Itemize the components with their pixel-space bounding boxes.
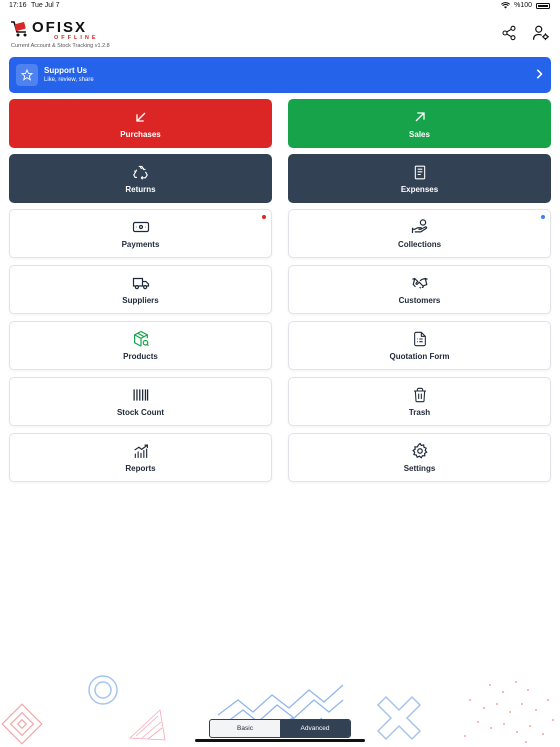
tile-label: Settings (403, 464, 436, 473)
basic-mode-button[interactable]: Basic (210, 720, 280, 737)
tile-label: Sales (409, 130, 430, 139)
tile-label: Stock Count (116, 408, 165, 417)
tile-label: Returns (125, 185, 156, 194)
battery-icon (536, 2, 550, 9)
support-subtitle: Like, review, share (44, 77, 94, 83)
support-title: Support Us (44, 66, 88, 75)
purchases-tile[interactable]: Purchases (9, 99, 272, 148)
x-decoration (376, 695, 422, 741)
advanced-mode-button[interactable]: Advanced (280, 720, 350, 737)
tile-label: Reports (125, 464, 156, 473)
tile-label: Customers (398, 296, 441, 305)
star-icon (21, 69, 33, 81)
arrow-up-right-icon (411, 108, 429, 126)
tile-label: Purchases (120, 130, 161, 139)
trash-icon (411, 386, 429, 404)
support-us-banner[interactable]: Support Us Like, review, share (9, 57, 551, 93)
app-version: Current Account & Stock Tracking v1.2.8 (11, 43, 110, 49)
returns-tile[interactable]: Returns (9, 154, 272, 203)
reports-tile[interactable]: Reports (9, 433, 272, 482)
diamond-decoration (1, 703, 43, 745)
package-search-icon (132, 330, 150, 348)
collections-tile[interactable]: Collections (288, 209, 551, 258)
tile-label: Trash (408, 408, 431, 417)
document-list-icon (411, 330, 429, 348)
app-tagline: OFFLINE (54, 35, 99, 41)
tile-label: Payments (121, 240, 160, 249)
chevron-right-icon (536, 69, 543, 79)
user-settings-button[interactable] (532, 24, 550, 42)
share-icon (502, 25, 516, 41)
products-tile[interactable]: Products (9, 321, 272, 370)
status-date: Tue Jul 7 (31, 2, 60, 9)
truck-icon (132, 274, 150, 292)
notification-dot (262, 215, 266, 219)
hand-coins-icon (411, 218, 429, 236)
expenses-tile[interactable]: Expenses (288, 154, 551, 203)
chart-icon (132, 442, 150, 460)
mode-switch: Basic Advanced (209, 719, 351, 738)
quotation-form-tile[interactable]: Quotation Form (288, 321, 551, 370)
home-indicator (195, 739, 365, 742)
tile-label: Suppliers (122, 296, 159, 305)
arrow-down-left-icon (132, 108, 150, 126)
notification-dot (541, 215, 545, 219)
sales-tile[interactable]: Sales (288, 99, 551, 148)
handshake-icon (411, 274, 429, 292)
dots-decoration (464, 681, 554, 743)
support-icon-box (16, 64, 38, 86)
tile-label: Expenses (400, 185, 439, 194)
gear-icon (411, 442, 429, 460)
receipt-icon (411, 163, 429, 181)
app-logo: OFISX OFFLINE (10, 20, 99, 41)
banknote-icon (132, 218, 150, 236)
trash-tile[interactable]: Trash (288, 377, 551, 426)
header-actions (500, 24, 550, 42)
status-bar: 17:16 Tue Jul 7 %100 (0, 0, 560, 12)
circle-decoration (88, 675, 118, 705)
cart-logo-icon (11, 21, 27, 37)
barcode-icon (132, 386, 150, 404)
tile-label: Products (123, 352, 158, 361)
app-header: OFISX OFFLINE Current Account & Stock Tr… (0, 16, 560, 54)
tile-label: Collections (397, 240, 442, 249)
app-name: OFISX (32, 19, 88, 36)
tile-label: Quotation Form (389, 352, 450, 361)
user-settings-icon (532, 25, 549, 41)
wifi-icon (501, 2, 511, 9)
recycle-icon (132, 163, 150, 181)
stock-count-tile[interactable]: Stock Count (9, 377, 272, 426)
customers-tile[interactable]: Customers (288, 265, 551, 314)
status-right: %100 (501, 2, 550, 9)
battery-percent: %100 (514, 2, 532, 9)
status-time: 17:16 (9, 2, 27, 9)
payments-tile[interactable]: Payments (9, 209, 272, 258)
triangle-decoration (129, 709, 166, 741)
suppliers-tile[interactable]: Suppliers (9, 265, 272, 314)
settings-tile[interactable]: Settings (288, 433, 551, 482)
share-button[interactable] (500, 24, 518, 42)
